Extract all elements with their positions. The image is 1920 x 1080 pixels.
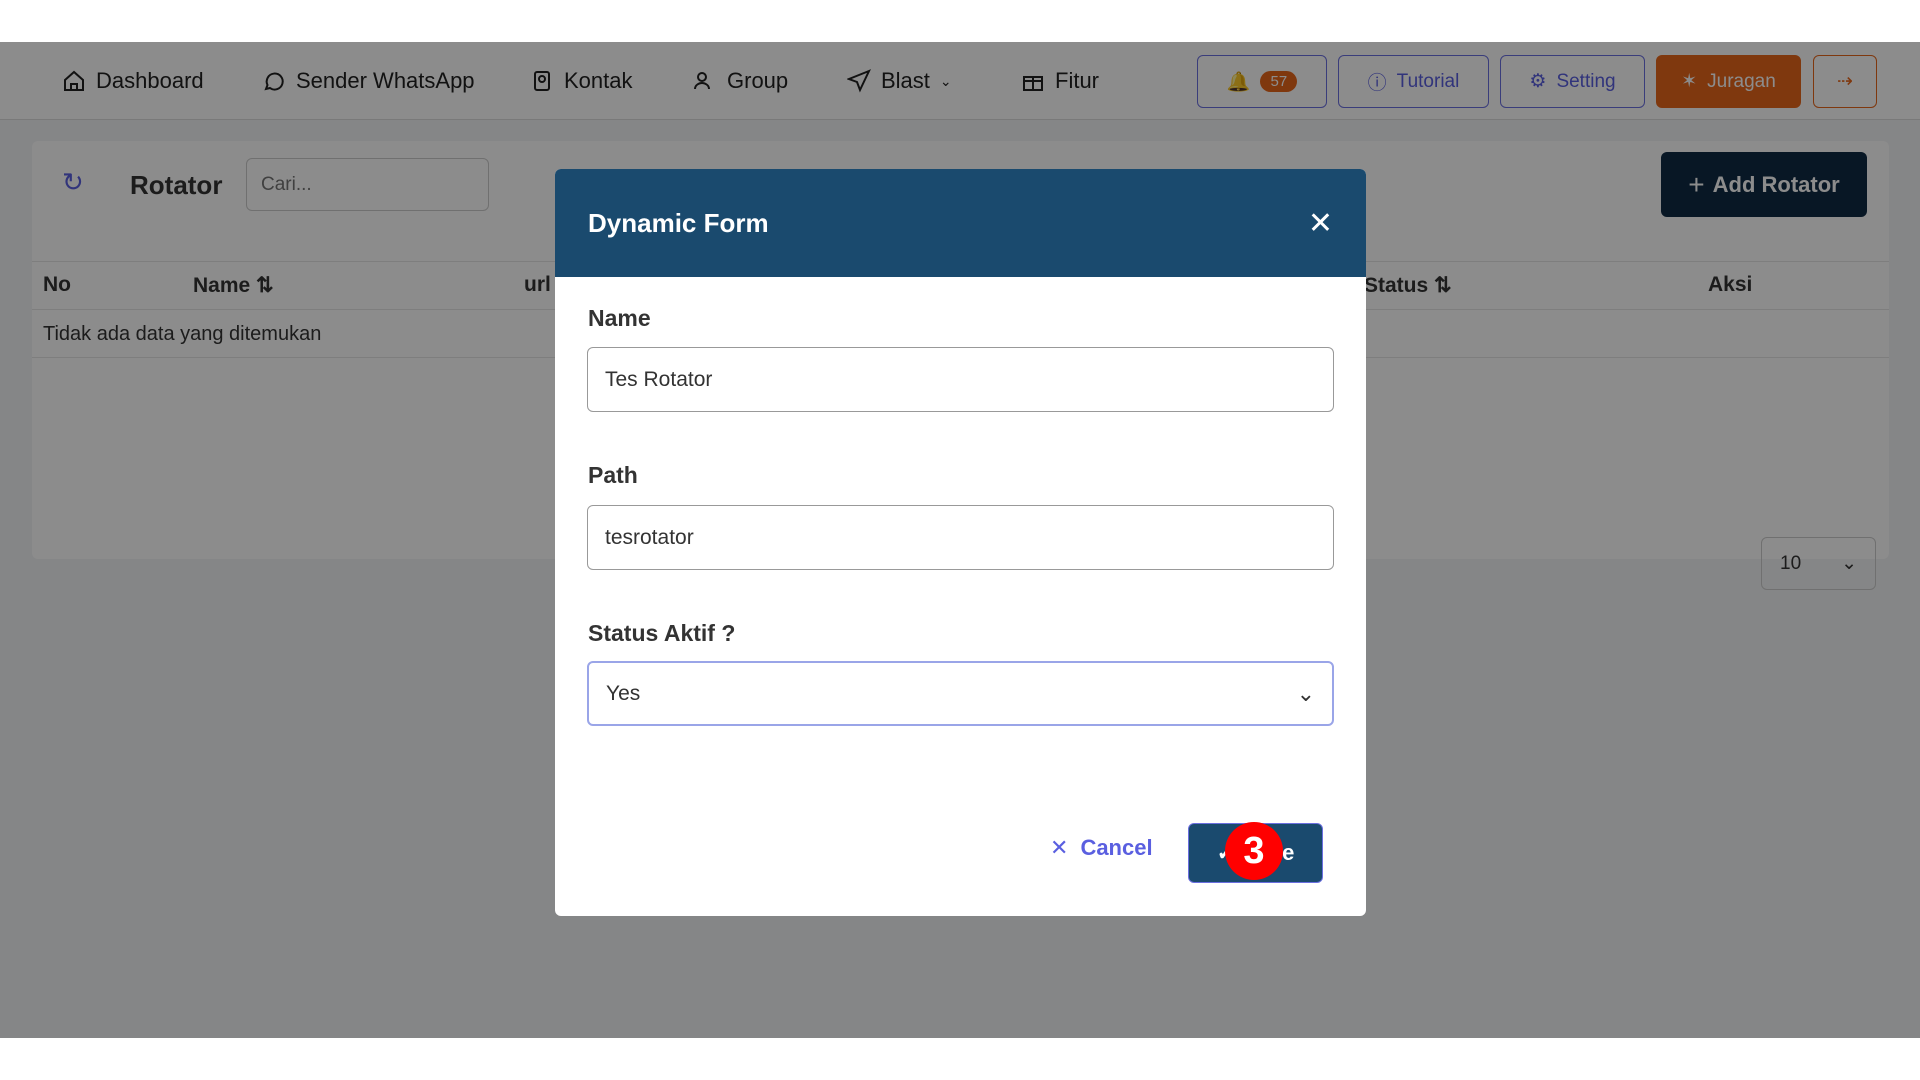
modal-header: Dynamic Form ✕ bbox=[555, 169, 1366, 277]
status-value: Yes bbox=[606, 681, 641, 705]
name-label: Name bbox=[588, 305, 651, 331]
name-input[interactable]: Tes Rotator bbox=[587, 347, 1334, 412]
close-icon[interactable]: ✕ bbox=[1308, 206, 1333, 241]
path-label: Path bbox=[588, 462, 638, 488]
status-select[interactable]: Yes ⌄ bbox=[587, 661, 1334, 726]
close-icon: ✕ bbox=[1050, 835, 1069, 860]
status-label: Status Aktif ? bbox=[588, 620, 736, 646]
path-input[interactable]: tesrotator bbox=[587, 505, 1334, 570]
chevron-down-icon: ⌄ bbox=[1296, 680, 1315, 706]
dynamic-form-modal: Dynamic Form ✕ Name Tes Rotator Path tesr… bbox=[555, 169, 1366, 916]
cancel-label: Cancel bbox=[1080, 835, 1153, 860]
modal-title: Dynamic Form bbox=[588, 207, 769, 238]
step-badge: 3 bbox=[1225, 822, 1283, 880]
cancel-button[interactable]: ✕ Cancel bbox=[1050, 835, 1153, 861]
